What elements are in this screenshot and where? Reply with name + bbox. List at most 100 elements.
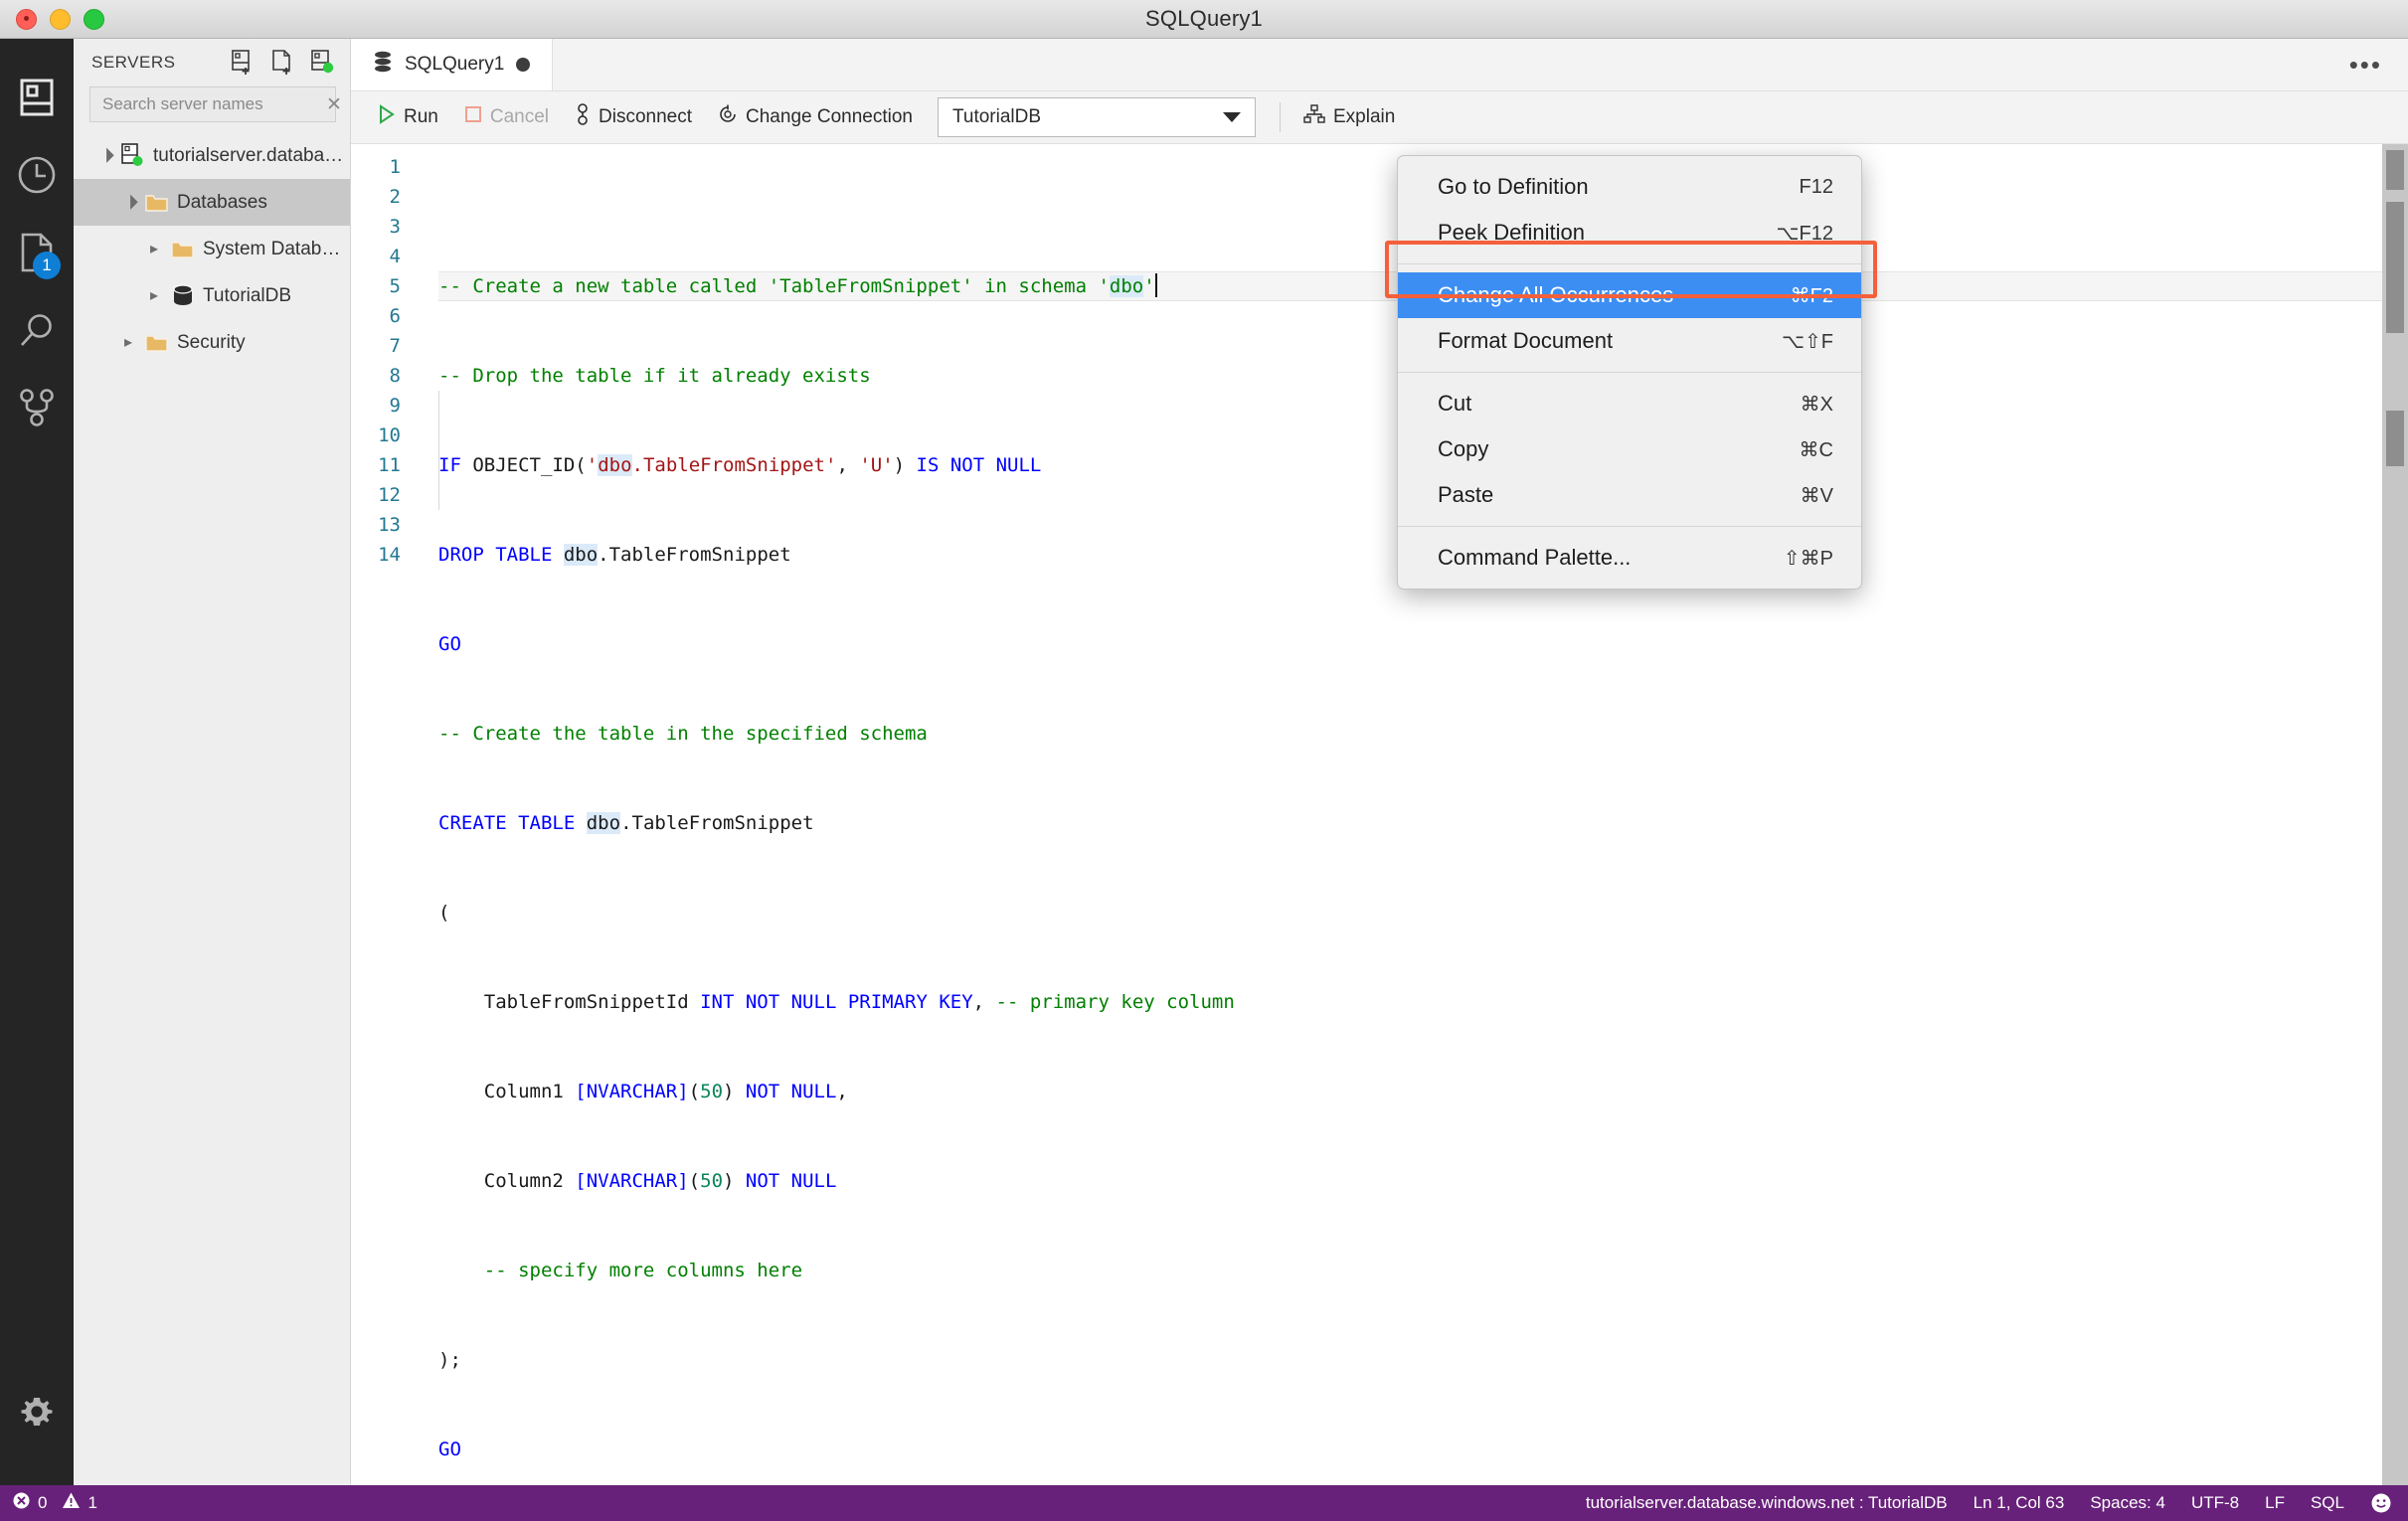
explain-button[interactable]: Explain (1290, 97, 1408, 137)
status-encoding[interactable]: UTF-8 (2191, 1493, 2239, 1513)
code-line-12: -- specify more columns here (483, 1260, 803, 1281)
menu-item-shortcut: F12 (1799, 175, 1833, 198)
disconnect-label: Disconnect (599, 106, 693, 127)
activity-item-open-editors[interactable]: 1 (0, 216, 74, 293)
tree-item-label: Security (177, 331, 246, 353)
editor-area: SQLQuery1 ••• Run Cancel Disconnect Chan… (351, 39, 2408, 1485)
code-line-5: GO (438, 633, 461, 655)
status-bar: 0 1 tutorialserver.database.windows.net … (0, 1485, 2408, 1521)
sidebar-actions (231, 50, 336, 76)
activity-item-servers[interactable] (0, 61, 74, 138)
new-server-group-icon[interactable] (310, 50, 336, 76)
menu-item-format-document[interactable]: Format Document ⌥⇧F (1398, 318, 1861, 364)
code-line-7: CREATE TABLE dbo.TableFromSnippet (438, 812, 814, 834)
status-problems[interactable]: 0 1 (0, 1491, 97, 1515)
line-number-gutter: 1 2 3 4 5 6 7 8 9 10 11 12 13 14 (351, 144, 413, 1485)
tab-dirty-indicator[interactable] (516, 58, 531, 72)
menu-item-label: Paste (1438, 482, 1494, 507)
scrollbar-thumb[interactable] (2386, 411, 2404, 466)
editor-vertical-scrollbar[interactable] (2382, 144, 2408, 1485)
run-label: Run (404, 106, 438, 127)
status-indentation[interactable]: Spaces: 4 (2090, 1493, 2165, 1513)
chevron-down-icon[interactable] (115, 195, 141, 210)
menu-item-copy[interactable]: Copy ⌘C (1398, 426, 1861, 472)
menu-item-shortcut: ⌘V (1800, 484, 1833, 507)
menu-item-change-all-occurrences[interactable]: Change All Occurrences ⌘F2 (1398, 272, 1861, 318)
editor-context-menu[interactable]: Go to Definition F12 Peek Definition ⌥F1… (1397, 155, 1862, 590)
chevron-right-icon[interactable] (115, 335, 141, 351)
menu-item-command-palette[interactable]: Command Palette... ⇧⌘P (1398, 535, 1861, 581)
warning-icon (62, 1491, 81, 1515)
new-query-icon[interactable] (270, 50, 296, 76)
server-tree: tutorialserver.database.windows.n... Dat… (74, 132, 350, 366)
search-input[interactable] (100, 93, 324, 115)
line-number: 4 (389, 246, 401, 267)
line-number: 6 (389, 305, 401, 327)
line-number: 11 (378, 454, 401, 476)
chevron-right-icon[interactable] (141, 288, 167, 304)
folder-icon (141, 332, 173, 354)
activity-item-source-control[interactable] (0, 371, 74, 448)
sidebar-title: SERVERS (91, 53, 176, 72)
tree-item-system-databases[interactable]: System Databases (74, 226, 350, 272)
line-number: 2 (389, 186, 401, 208)
status-connection[interactable]: tutorialserver.database.windows.net : Tu… (1586, 1493, 1948, 1513)
gear-icon (19, 1393, 55, 1434)
search-box[interactable]: ✕ (89, 86, 342, 122)
smiley-feedback-icon[interactable] (2370, 1492, 2392, 1514)
menu-item-shortcut: ⌥F12 (1776, 222, 1833, 245)
menu-item-label: Go to Definition (1438, 174, 1589, 199)
change-connection-button[interactable]: Change Connection (705, 97, 926, 137)
menu-item-shortcut: ⇧⌘P (1783, 547, 1833, 570)
clear-search-icon[interactable]: ✕ (324, 95, 344, 114)
run-button[interactable]: Run (365, 97, 451, 137)
chevron-down-icon (1222, 112, 1241, 122)
status-cursor-position[interactable]: Ln 1, Col 63 (1974, 1493, 2065, 1513)
database-dropdown-value: TutorialDB (951, 106, 1042, 127)
status-language-mode[interactable]: SQL (2311, 1493, 2344, 1513)
menu-item-label: Format Document (1438, 328, 1614, 353)
line-number: 13 (378, 514, 401, 536)
servers-icon (20, 79, 54, 121)
warning-count: 1 (87, 1493, 97, 1512)
toolbar-separator (1279, 102, 1281, 132)
menu-item-paste[interactable]: Paste ⌘V (1398, 472, 1861, 518)
line-number: 8 (389, 365, 401, 387)
activity-item-search[interactable] (0, 293, 74, 371)
code-editor[interactable]: 1 2 3 4 5 6 7 8 9 10 11 12 13 14 -- Crea… (351, 144, 2408, 1485)
status-eol[interactable]: LF (2265, 1493, 2285, 1513)
chevron-down-icon[interactable] (91, 148, 117, 163)
title-bar: SQLQuery1 (0, 0, 2408, 39)
menu-item-label: Peek Definition (1438, 220, 1585, 245)
tree-item-tutorialdb[interactable]: TutorialDB (74, 272, 350, 319)
disconnect-button[interactable]: Disconnect (562, 97, 705, 137)
scrollbar-thumb[interactable] (2386, 150, 2404, 190)
menu-item-cut[interactable]: Cut ⌘X (1398, 381, 1861, 426)
menu-item-label: Cut (1438, 391, 1472, 416)
activity-item-settings[interactable] (0, 1374, 74, 1451)
scrollbar-thumb[interactable] (2386, 202, 2404, 333)
menu-item-peek-definition[interactable]: Peek Definition ⌥F12 (1398, 210, 1861, 255)
sidebar-search-wrap: ✕ (74, 86, 350, 122)
chevron-right-icon[interactable] (141, 242, 167, 257)
menu-item-go-to-definition[interactable]: Go to Definition F12 (1398, 164, 1861, 210)
cancel-button[interactable]: Cancel (451, 97, 562, 137)
editor-actions-more-icon[interactable]: ••• (2323, 39, 2408, 90)
application-window: SQLQuery1 1 SERVERS Search server names … (0, 0, 2408, 1521)
activity-bar: 1 (0, 39, 74, 1485)
tree-item-security[interactable]: Security (74, 319, 350, 366)
tree-item-label: TutorialDB (203, 284, 292, 306)
code-line-9: TableFromSnippetId INT NOT NULL PRIMARY … (438, 991, 1235, 1013)
activity-item-history[interactable] (0, 138, 74, 216)
database-icon (373, 51, 393, 79)
tree-item-databases[interactable]: Databases (74, 179, 350, 226)
line-number: 14 (378, 544, 401, 566)
code-line-10: Column1 [NVARCHAR](50) NOT NULL, (438, 1081, 848, 1102)
tab-sqlquery1[interactable]: SQLQuery1 (351, 39, 554, 90)
open-editors-badge: 1 (33, 252, 61, 279)
tree-item-server[interactable]: tutorialserver.database.windows.n... (74, 132, 350, 179)
new-connection-icon[interactable] (231, 50, 257, 76)
database-dropdown[interactable]: TutorialDB (937, 97, 1256, 137)
main-body: 1 SERVERS Search server names ✕ ◢ tutori… (0, 39, 2408, 1485)
code-line-13: ); (438, 1349, 461, 1371)
